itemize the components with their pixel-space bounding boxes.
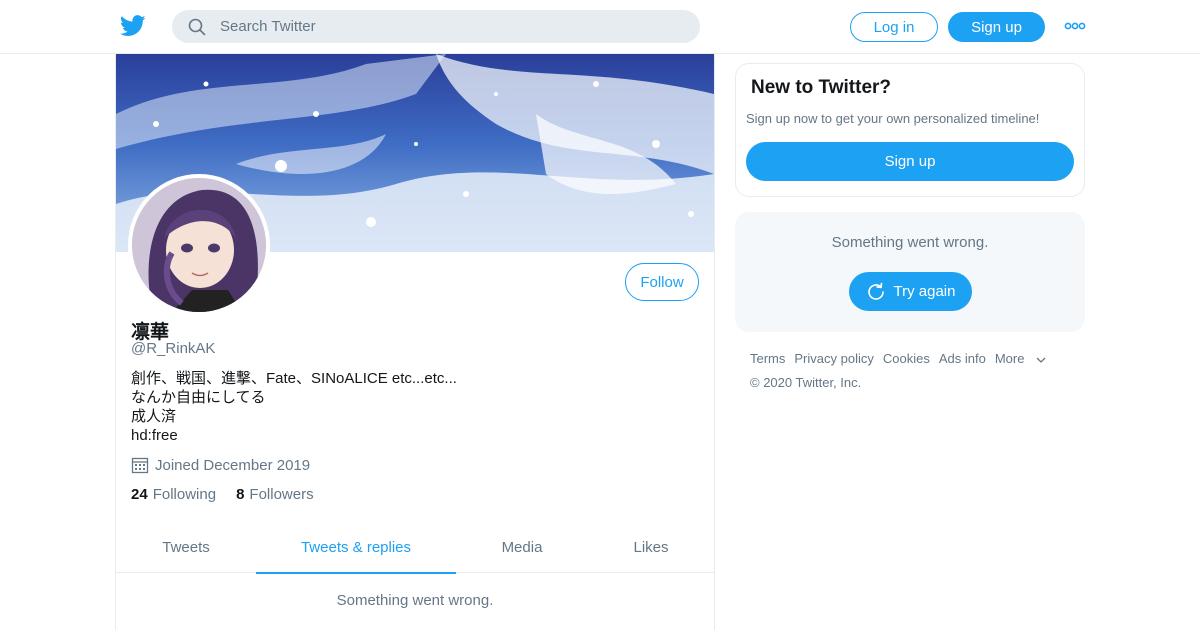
tab-likes[interactable]: Likes bbox=[588, 521, 714, 573]
copyright-text: © 2020 Twitter, Inc. bbox=[750, 375, 862, 390]
chevron-down-icon bbox=[1036, 357, 1046, 363]
follow-button[interactable]: Follow bbox=[625, 263, 699, 301]
new-to-twitter-card: New to Twitter? Sign up now to get your … bbox=[735, 63, 1085, 197]
more-dots-icon[interactable] bbox=[1064, 20, 1086, 32]
timeline-error-message: Something went wrong. bbox=[336, 592, 494, 609]
bio-line: なんか自由にしてる bbox=[131, 389, 266, 406]
bio-line: hd:free bbox=[131, 427, 178, 444]
joined-text: Joined December 2019 bbox=[155, 456, 311, 474]
profile-tabs: Tweets Tweets & replies Media Likes bbox=[116, 521, 714, 574]
signup-button[interactable]: Sign up bbox=[948, 12, 1045, 42]
footer-link-more[interactable]: More bbox=[995, 351, 1048, 366]
footer-link-terms[interactable]: Terms bbox=[750, 351, 785, 366]
footer-link-ads-info[interactable]: Ads info bbox=[939, 351, 986, 366]
search-icon bbox=[188, 18, 206, 36]
footer-links: Terms Privacy policy Cookies Ads info Mo… bbox=[750, 351, 1056, 366]
try-again-label: Try again bbox=[893, 283, 956, 300]
followers-label: Followers bbox=[249, 486, 314, 503]
bio-line: 創作、戦国、進撃、Fate、SINoALICE etc...etc... bbox=[131, 370, 457, 387]
sidebar-signup-button[interactable]: Sign up bbox=[746, 142, 1074, 181]
following-count: 24 bbox=[131, 486, 148, 503]
search-input[interactable] bbox=[220, 10, 680, 43]
profile-bio: 創作、戦国、進撃、Fate、SINoALICE etc...etc... なんか… bbox=[131, 369, 457, 445]
profile-stats: 24 Following 8 Followers bbox=[131, 486, 334, 503]
top-navigation: Log in Sign up bbox=[0, 0, 1200, 54]
refresh-icon bbox=[867, 282, 884, 300]
tab-tweets[interactable]: Tweets bbox=[116, 521, 256, 573]
followers-link[interactable]: 8 Followers bbox=[236, 486, 314, 503]
footer-link-cookies[interactable]: Cookies bbox=[883, 351, 930, 366]
tab-media[interactable]: Media bbox=[456, 521, 588, 573]
tab-tweets-and-replies[interactable]: Tweets & replies bbox=[256, 521, 456, 574]
calendar-icon bbox=[131, 457, 149, 474]
following-label: Following bbox=[152, 486, 217, 503]
footer-more-label: More bbox=[994, 351, 1025, 366]
profile-avatar[interactable] bbox=[128, 174, 270, 316]
new-to-twitter-title: New to Twitter? bbox=[751, 77, 892, 98]
followers-count: 8 bbox=[236, 486, 245, 503]
sidebar-error-card: Something went wrong. Try again bbox=[735, 212, 1085, 332]
profile-handle[interactable]: @R_RinkAK bbox=[131, 340, 215, 357]
following-link[interactable]: 24 Following bbox=[131, 486, 216, 503]
try-again-button[interactable]: Try again bbox=[849, 272, 972, 311]
profile-column: Follow 凛華 @R_RinkAK 創作、戦国、進撃、Fate、SINoAL… bbox=[115, 54, 715, 630]
sidebar-error-message: Something went wrong. bbox=[831, 234, 989, 251]
footer-link-privacy[interactable]: Privacy policy bbox=[794, 351, 873, 366]
login-button[interactable]: Log in bbox=[850, 12, 938, 42]
bio-line: 成人済 bbox=[131, 408, 177, 425]
twitter-bird-icon[interactable] bbox=[120, 14, 146, 38]
new-to-twitter-subtitle: Sign up now to get your own personalized… bbox=[746, 111, 1040, 126]
joined-date: Joined December 2019 bbox=[131, 455, 310, 475]
search-bar[interactable] bbox=[172, 10, 700, 43]
